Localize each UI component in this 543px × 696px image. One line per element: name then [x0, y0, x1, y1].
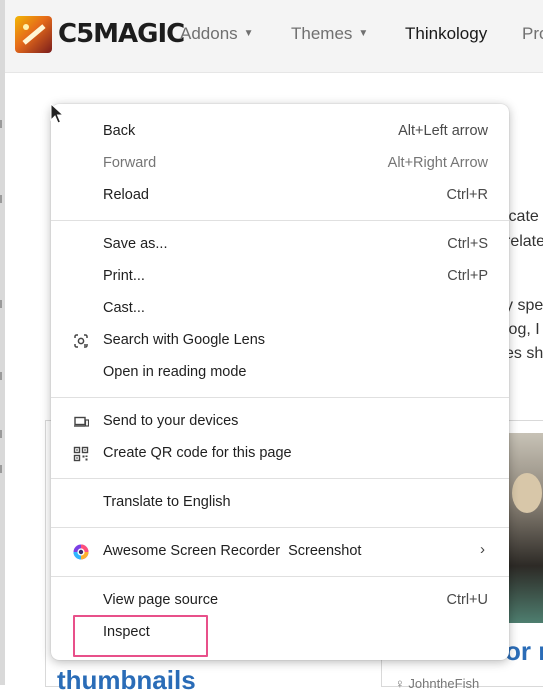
menu-item-label: Open in reading mode	[103, 364, 247, 380]
menu-item-back[interactable]: Back Alt+Left arrow	[51, 116, 509, 148]
content-text: log, I	[505, 321, 540, 338]
nav-pro-label: Pro	[522, 24, 543, 43]
content-text: icate	[505, 208, 539, 225]
menu-separator	[51, 478, 509, 479]
logo-text: C5MAGIC	[58, 19, 185, 49]
menu-item-label: Reload	[103, 187, 149, 203]
caret-down-icon: ▼	[358, 28, 369, 39]
nav-addons-label: Addons	[180, 24, 238, 43]
article-author-name: JohntheFish	[408, 676, 480, 691]
menu-item-cast[interactable]: Cast...	[51, 293, 509, 325]
menu-item-label: Send to your devices	[103, 413, 239, 429]
menu-item-qr-code[interactable]: Create QR code for this page	[51, 438, 509, 470]
menu-separator	[51, 220, 509, 221]
content-text: es sh	[505, 345, 543, 362]
menu-item-label: Translate to English	[103, 494, 231, 510]
menu-item-shortcut: Alt+Left arrow	[398, 123, 488, 139]
menu-separator	[51, 527, 509, 528]
menu-item-shortcut: Alt+Right Arrow	[387, 155, 488, 171]
menu-item-view-source[interactable]: View page source Ctrl+U	[51, 585, 509, 617]
mouse-cursor-icon	[50, 103, 64, 124]
menu-item-shortcut: Ctrl+U	[446, 592, 489, 608]
menu-item-google-lens[interactable]: Search with Google Lens	[51, 325, 509, 357]
site-navbar: C5MAGIC Addons ▼ Themes ▼ Thinkology Pro	[5, 0, 543, 73]
menu-item-send-to-devices[interactable]: Send to your devices	[51, 406, 509, 438]
logo-icon	[15, 15, 52, 53]
menu-separator	[51, 397, 509, 398]
menu-item-print[interactable]: Print... Ctrl+P	[51, 261, 509, 293]
menu-item-reading-mode[interactable]: Open in reading mode	[51, 357, 509, 389]
window-left-edge	[0, 0, 5, 685]
inspect-highlight-box	[73, 615, 208, 657]
menu-item-forward: Forward Alt+Right Arrow	[51, 148, 509, 180]
article-thumbnail[interactable]	[508, 433, 543, 623]
screen-recorder-icon	[73, 544, 89, 560]
qr-code-icon	[73, 446, 89, 462]
menu-separator	[51, 576, 509, 577]
article-title[interactable]: or n	[505, 636, 543, 667]
content-text: y spe	[505, 297, 543, 314]
menu-item-label: Forward	[103, 155, 157, 171]
menu-item-reload[interactable]: Reload Ctrl+R	[51, 180, 509, 212]
menu-item-shortcut: Ctrl+S	[447, 236, 488, 252]
menu-item-label: Print...	[103, 268, 145, 284]
site-logo[interactable]: C5MAGIC	[15, 15, 185, 53]
nav-thinkology[interactable]: Thinkology	[405, 24, 487, 44]
nav-addons[interactable]: Addons ▼	[180, 24, 254, 44]
nav-pro[interactable]: Pro	[522, 24, 543, 44]
article-title[interactable]: thumbnails	[57, 665, 196, 696]
devices-icon	[74, 416, 89, 427]
menu-item-shortcut: Ctrl+P	[447, 268, 488, 284]
menu-item-label: Create QR code for this page	[103, 445, 292, 461]
content-text: relate	[505, 233, 543, 250]
nav-themes[interactable]: Themes ▼	[291, 24, 368, 44]
nav-thinkology-label: Thinkology	[405, 24, 488, 43]
menu-item-label: Cast...	[103, 300, 145, 316]
menu-item-translate[interactable]: Translate to English	[51, 487, 509, 519]
menu-item-label: Search with Google Lens	[103, 332, 266, 348]
chevron-right-icon: ›	[480, 541, 485, 558]
caret-down-icon: ▼	[243, 28, 254, 39]
menu-item-label: Back	[103, 123, 136, 139]
menu-item-screen-recorder[interactable]: Awesome Screen Recorder Screenshot ›	[51, 536, 509, 568]
menu-item-shortcut: Ctrl+R	[446, 187, 489, 203]
menu-item-label: Awesome Screen Recorder Screenshot	[103, 543, 362, 559]
menu-item-label: View page source	[103, 592, 219, 608]
menu-item-save-as[interactable]: Save as... Ctrl+S	[51, 229, 509, 261]
person-icon: ♀	[395, 676, 405, 691]
article-author: ♀ JohntheFish	[395, 676, 479, 691]
context-menu: Back Alt+Left arrow Forward Alt+Right Ar…	[51, 104, 509, 660]
menu-item-label: Save as...	[103, 236, 168, 252]
nav-themes-label: Themes	[291, 24, 353, 43]
google-lens-icon	[74, 334, 88, 348]
